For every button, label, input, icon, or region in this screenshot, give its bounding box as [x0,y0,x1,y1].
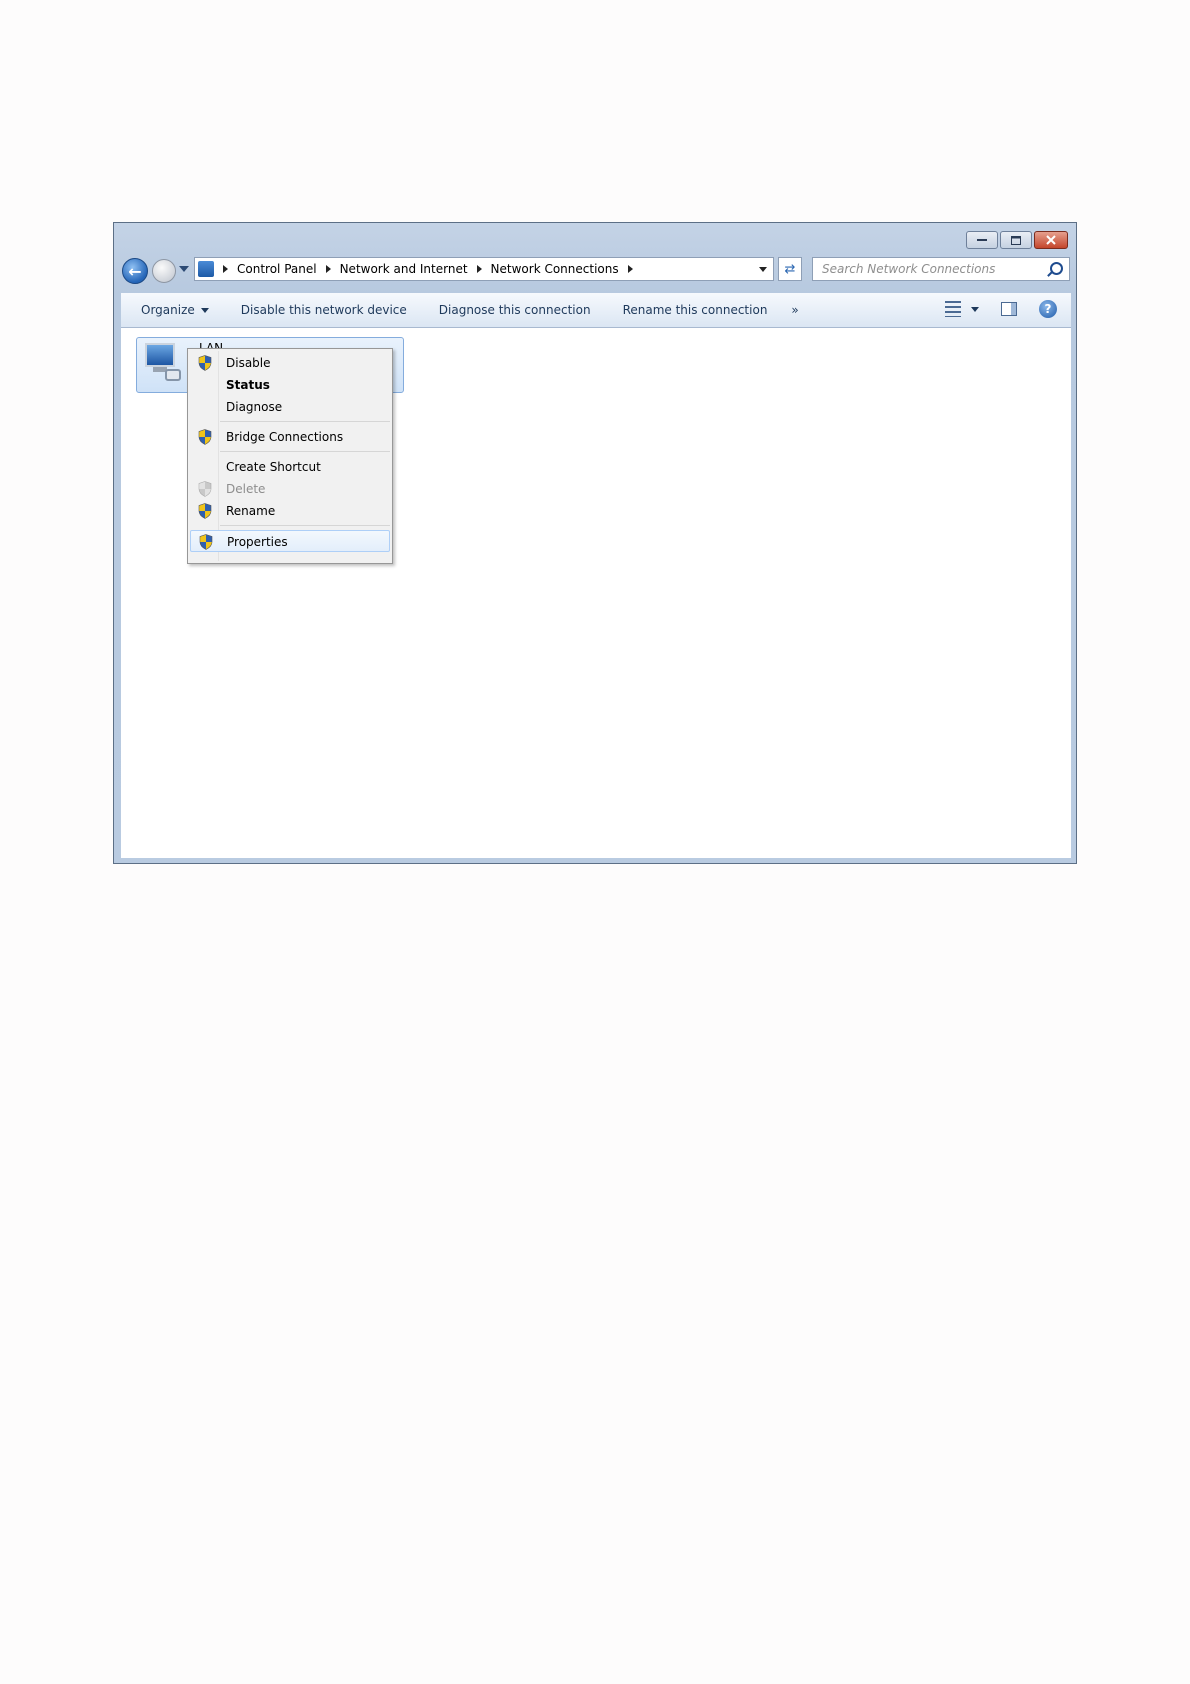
preview-pane-icon[interactable] [1001,302,1017,316]
organize-button[interactable]: Organize [141,303,209,317]
menu-separator [220,525,390,526]
breadcrumb-separator-icon[interactable] [325,265,331,273]
more-commands-label: » [791,303,799,317]
menu-separator [220,421,390,422]
menu-item-label: Create Shortcut [226,460,321,474]
rename-connection-button[interactable]: Rename this connection [623,303,768,317]
breadcrumb-separator-icon[interactable] [223,265,228,273]
maximize-icon [1011,235,1021,245]
uac-shield-icon [198,481,212,497]
menu-item-disable[interactable]: Disable [190,352,390,374]
menu-item-label: Delete [226,482,266,496]
address-bar[interactable]: Control Panel Network and Internet Netwo… [194,257,774,281]
rename-connection-label: Rename this connection [622,303,768,317]
menu-item-create-shortcut[interactable]: Create Shortcut [190,456,390,478]
uac-shield-icon [198,503,212,519]
search-icon[interactable] [1050,262,1063,275]
menu-separator [220,451,390,452]
breadcrumb-separator-icon[interactable] [476,265,482,273]
address-dropdown-icon[interactable] [759,267,767,272]
title-bar [114,223,1076,257]
menu-item-label: Status [226,378,270,392]
network-adapter-icon [145,343,183,383]
back-button[interactable]: ← [122,258,148,284]
disable-device-button[interactable]: Disable this network device [241,303,407,317]
maximize-button[interactable] [1000,231,1032,249]
menu-item-label: Disable [226,356,271,370]
breadcrumb-control-panel[interactable]: Control Panel [237,262,317,276]
diagnose-connection-label: Diagnose this connection [438,303,591,317]
menu-item-label: Bridge Connections [226,430,344,444]
help-icon[interactable]: ? [1039,300,1057,318]
recent-pages-icon[interactable] [179,266,189,272]
views-dropdown-icon[interactable] [971,306,979,312]
menu-item-label: Properties [227,535,288,549]
caption-buttons [964,231,1068,249]
uac-shield-icon [199,534,213,550]
views-icon[interactable] [945,301,961,317]
breadcrumb-network-and-internet[interactable]: Network and Internet [340,262,468,276]
menu-item-properties[interactable]: Properties [190,530,390,552]
context-menu: Disable Status Diagnose Bridge Connectio… [187,348,393,564]
uac-shield-icon [198,355,212,371]
navigation-bar: ← Control Panel Network and Internet Net… [122,257,1070,284]
menu-item-label: Diagnose [226,400,283,414]
command-bar: Organize Disable this network device Dia… [121,293,1071,328]
close-icon [1046,235,1056,245]
uac-shield-icon [198,429,212,445]
search-box[interactable] [812,257,1070,281]
diagnose-connection-button[interactable]: Diagnose this connection [439,303,591,317]
chevron-down-icon [200,307,209,313]
menu-item-bridge-connections[interactable]: Bridge Connections [190,426,390,448]
forward-button[interactable] [152,259,176,283]
back-icon: ← [128,261,142,281]
more-commands-button[interactable]: » [791,303,798,317]
menu-item-rename[interactable]: Rename [190,500,390,522]
menu-item-diagnose[interactable]: Diagnose [190,396,390,418]
view-controls: ? [945,300,1063,318]
disable-device-label: Disable this network device [240,303,407,317]
control-panel-icon [198,261,214,277]
minimize-icon [977,239,987,241]
refresh-icon: ⇄ [784,261,796,277]
breadcrumb-network-connections[interactable]: Network Connections [491,262,619,276]
organize-label: Organize [141,303,195,317]
menu-item-status[interactable]: Status [190,374,390,396]
close-button[interactable] [1034,231,1068,249]
search-input[interactable] [820,261,1044,277]
menu-item-label: Rename [226,504,276,518]
minimize-button[interactable] [966,231,998,249]
refresh-button[interactable]: ⇄ [778,257,802,281]
menu-item-delete: Delete [190,478,390,500]
breadcrumb-separator-icon[interactable] [627,265,633,273]
